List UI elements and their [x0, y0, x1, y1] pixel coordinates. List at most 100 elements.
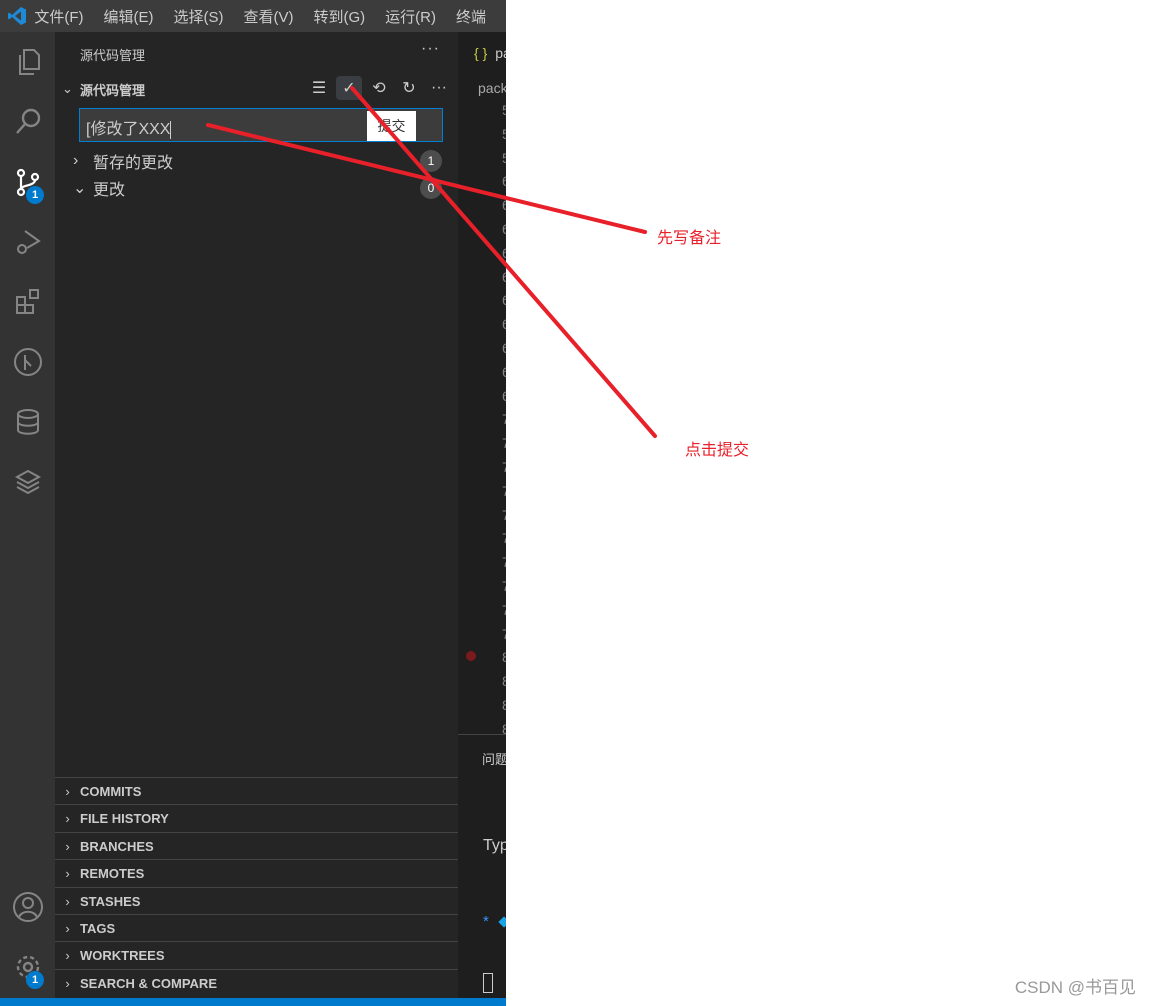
section-search-compare[interactable]: › SEARCH & COMPARE	[55, 969, 458, 996]
scm-badge: 1	[26, 186, 44, 204]
chevron-down-icon: ⌄	[73, 180, 87, 197]
sidebar-title: 源代码管理	[80, 48, 146, 63]
json-file-icon: { }	[474, 45, 488, 61]
line-number: 70	[502, 411, 506, 428]
editor-area: { } package.json package.json 57 58 59 60 61 6…	[458, 32, 506, 998]
settings-badge: 1	[26, 971, 44, 989]
line-number: 62	[502, 221, 506, 237]
breadcrumb[interactable]: package.json	[478, 80, 506, 96]
section-label: TAGS	[80, 920, 116, 936]
annotation-click-commit: 点击提交	[685, 442, 750, 459]
section-label: REMOTES	[80, 865, 145, 881]
section-label: COMMITS	[80, 783, 142, 799]
section-file-history[interactable]: › FILE HISTORY	[55, 804, 458, 831]
line-number: 67	[502, 340, 506, 356]
section-worktrees[interactable]: › WORKTREES	[55, 941, 458, 968]
line-number: 76	[502, 554, 506, 571]
section-remotes[interactable]: › REMOTES	[55, 859, 458, 886]
line-number: 66	[502, 316, 506, 333]
section-label: STASHES	[80, 893, 141, 909]
bottom-panel: 问题 Type *	[458, 734, 506, 998]
tree-view-icon[interactable]: ☰	[306, 76, 332, 100]
line-number: 63	[502, 244, 506, 261]
more-actions-icon[interactable]: ···	[421, 40, 440, 58]
line-number: 69	[502, 387, 506, 404]
line-number: 58	[502, 125, 506, 142]
section-label: WORKTREES	[80, 947, 165, 963]
tab-package-json[interactable]: { } package.json	[458, 32, 506, 74]
terminal-cursor-icon	[483, 973, 493, 993]
scm-section-title: 源代码管理	[80, 82, 146, 98]
menu-selection[interactable]: 选择(S)	[173, 6, 223, 27]
settings-gear-icon[interactable]: 1	[0, 943, 55, 991]
line-number: 79	[502, 625, 506, 642]
line-number: 59	[502, 149, 506, 166]
line-number: 75	[502, 530, 506, 547]
section-stashes[interactable]: › STASHES	[55, 887, 458, 914]
refresh-icon[interactable]: ↻	[396, 76, 422, 100]
annotation-write-note: 先写备注	[657, 230, 722, 247]
menu-bar: 文件(F) 编辑(E) 选择(S) 查看(V) 转到(G) 运行(R) 终端	[0, 0, 506, 32]
commit-button[interactable]: 提交	[367, 111, 416, 141]
line-number: 72	[502, 459, 506, 475]
breakpoint-icon[interactable]	[466, 651, 476, 661]
line-number: 65	[502, 292, 506, 309]
menu-run[interactable]: 运行(R)	[385, 6, 436, 27]
source-control-sidebar: 源代码管理 ··· ⌄ 源代码管理 ☰ ✓ ⟲ ↻ ··· [修改了XXX 提交 …	[55, 32, 458, 998]
run-debug-icon[interactable]	[0, 218, 55, 266]
section-branches[interactable]: › BRANCHES	[55, 832, 458, 859]
watermark: CSDN @书百见	[1014, 978, 1136, 997]
source-control-icon[interactable]: 1	[0, 158, 55, 206]
group-label: 更改	[93, 182, 126, 199]
count-badge: 0	[420, 177, 442, 199]
panel-star: *	[483, 913, 489, 930]
staged-changes-group[interactable]: › 暂存的更改 1	[73, 149, 458, 173]
more-icon[interactable]: ···	[426, 76, 452, 100]
status-bar	[0, 998, 506, 1006]
line-number: 73	[502, 482, 506, 499]
line-number: 78	[502, 601, 506, 618]
vscode-window: 文件(F) 编辑(E) 选择(S) 查看(V) 转到(G) 运行(R) 终端 1…	[0, 0, 506, 1006]
section-label: BRANCHES	[80, 838, 154, 854]
line-number: 80	[502, 649, 506, 666]
section-label: FILE HISTORY	[80, 810, 169, 826]
section-tags[interactable]: › TAGS	[55, 914, 458, 941]
explorer-icon[interactable]	[0, 38, 55, 86]
chevron-right-icon: ›	[73, 152, 79, 169]
line-number: 64	[502, 268, 506, 285]
line-number: 81	[502, 673, 506, 690]
panel-tab-problems[interactable]: 问题	[482, 749, 506, 768]
line-number: 82	[502, 697, 506, 713]
line-number: 77	[502, 578, 506, 594]
history-icon[interactable]: ⟲	[366, 76, 392, 100]
changes-group[interactable]: ⌄ 更改 0	[73, 176, 458, 200]
menu-view[interactable]: 查看(V)	[243, 6, 293, 27]
database-icon[interactable]	[0, 398, 55, 446]
line-number: 57	[502, 102, 506, 118]
panel-text: Type	[483, 837, 506, 854]
commit-message-input[interactable]: [修改了XXX 提交	[79, 108, 443, 142]
menu-edit[interactable]: 编辑(E)	[103, 6, 153, 27]
line-number: 68	[502, 363, 506, 380]
commit-check-icon[interactable]: ✓	[336, 76, 362, 100]
menu-terminal[interactable]: 终端	[456, 6, 486, 27]
section-commits[interactable]: › COMMITS	[55, 777, 458, 804]
layers-icon[interactable]	[0, 458, 55, 506]
commit-message-text: [修改了XXX	[86, 121, 171, 138]
diamond-icon	[498, 916, 506, 928]
group-label: 暂存的更改	[93, 155, 174, 172]
tab-label: package.json	[495, 45, 506, 61]
account-icon[interactable]	[0, 883, 55, 931]
line-number: 71	[502, 435, 506, 452]
menu-go[interactable]: 转到(G)	[313, 6, 365, 27]
line-number: 74	[502, 506, 506, 523]
extensions-icon[interactable]	[0, 278, 55, 326]
vscode-logo-icon	[0, 6, 34, 26]
menu-file[interactable]: 文件(F)	[34, 6, 83, 27]
search-icon[interactable]	[0, 98, 55, 146]
line-number: 61	[502, 197, 506, 214]
git-graph-icon[interactable]	[0, 338, 55, 386]
section-label: SEARCH & COMPARE	[80, 975, 217, 991]
scm-toolbar: ☰ ✓ ⟲ ↻ ···	[306, 76, 452, 100]
count-badge: 1	[420, 150, 442, 172]
